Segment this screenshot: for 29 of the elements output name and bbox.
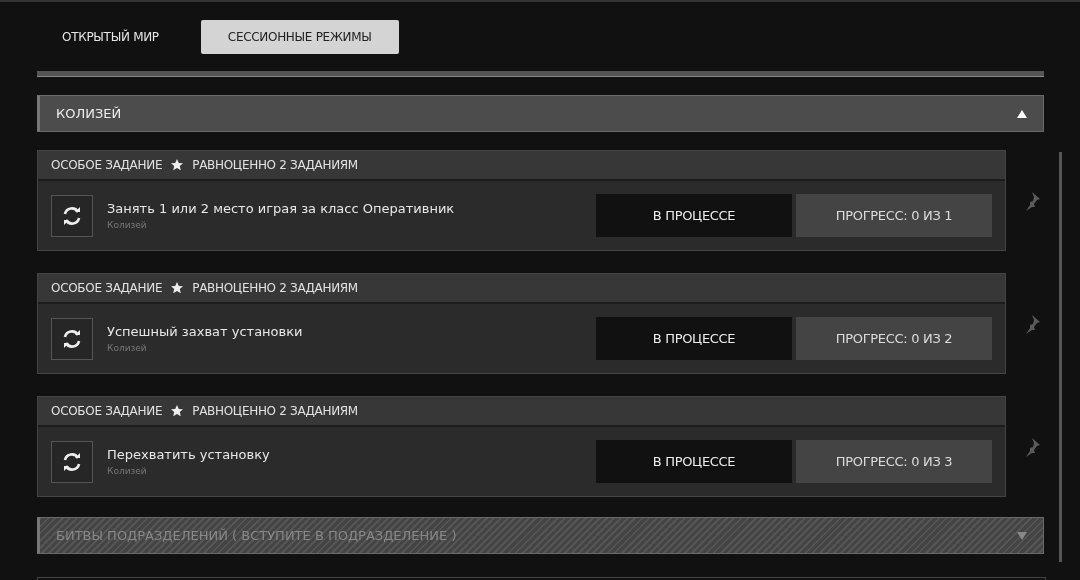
refresh-icon	[61, 328, 83, 349]
star-icon	[171, 282, 184, 294]
quest-mode: Колизей	[107, 220, 148, 230]
quest-equivalence: РАВНОЦЕННО 2 ЗАДАНИЯМ	[192, 281, 358, 295]
expand-icon	[1017, 531, 1027, 540]
collapse-icon	[1017, 109, 1027, 118]
section-title: БИТВЫ ПОДРАЗДЕЛЕНИЙ ( ВСТУПИТЕ В ПОДРАЗДЕЛЕНИЕ )	[56, 528, 457, 543]
section-title: КОЛИЗЕЙ	[56, 106, 122, 121]
quest-status: В ПРОЦЕССЕ	[596, 194, 792, 237]
refresh-icon	[61, 451, 83, 472]
quest-tag: ОСОБОЕ ЗАДАНИЕ	[51, 158, 163, 172]
mode-tab[interactable]: СЕССИОННЫЕ РЕЖИМЫ	[200, 20, 399, 54]
quest-mode: Колизей	[107, 343, 148, 353]
quest-title: Успешный захват установки	[107, 324, 304, 339]
mode-tab[interactable]: ОТКРЫТЫЙ МИР	[50, 20, 171, 54]
quest-mode: Колизей	[107, 466, 148, 476]
quest-title: Перехватить установку	[107, 447, 271, 462]
star-icon	[171, 405, 184, 417]
quest-status: В ПРОЦЕССЕ	[596, 317, 792, 360]
quest-status: В ПРОЦЕССЕ	[596, 440, 792, 483]
scrollbar[interactable]	[1059, 152, 1062, 562]
refresh-icon	[61, 205, 83, 226]
star-icon	[171, 159, 184, 171]
quest-equivalence: РАВНОЦЕННО 2 ЗАДАНИЯМ	[192, 404, 358, 418]
quest-tag: ОСОБОЕ ЗАДАНИЕ	[51, 404, 163, 418]
quest-equivalence: РАВНОЦЕННО 2 ЗАДАНИЯМ	[192, 158, 358, 172]
quest-tag: ОСОБОЕ ЗАДАНИЕ	[51, 281, 163, 295]
quest-title: Занять 1 или 2 место играя за класс Оперативник	[107, 201, 456, 216]
section-header[interactable]: КОЛИЗЕЙ	[37, 95, 1044, 132]
